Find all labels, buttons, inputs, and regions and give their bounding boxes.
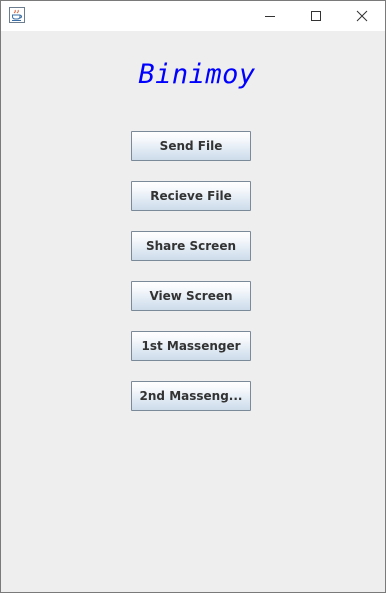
second-messenger-button[interactable]: 2nd Masseng... <box>131 381 251 411</box>
maximize-icon <box>310 7 322 26</box>
receive-file-button[interactable]: Recieve File <box>131 181 251 211</box>
minimize-button[interactable] <box>247 1 293 31</box>
send-file-button[interactable]: Send File <box>131 131 251 161</box>
title-bar[interactable] <box>1 1 385 31</box>
content-panel: Binimoy Send File Recieve File Share Scr… <box>1 31 385 592</box>
view-screen-button[interactable]: View Screen <box>131 281 251 311</box>
minimize-icon <box>264 7 276 26</box>
java-coffee-cup-icon <box>9 7 25 23</box>
maximize-button[interactable] <box>293 1 339 31</box>
close-button[interactable] <box>339 1 385 31</box>
close-icon <box>356 7 368 26</box>
app-title: Binimoy <box>138 59 256 90</box>
app-window: Binimoy Send File Recieve File Share Scr… <box>0 0 386 593</box>
share-screen-button[interactable]: Share Screen <box>131 231 251 261</box>
first-messenger-button[interactable]: 1st Massenger <box>131 331 251 361</box>
